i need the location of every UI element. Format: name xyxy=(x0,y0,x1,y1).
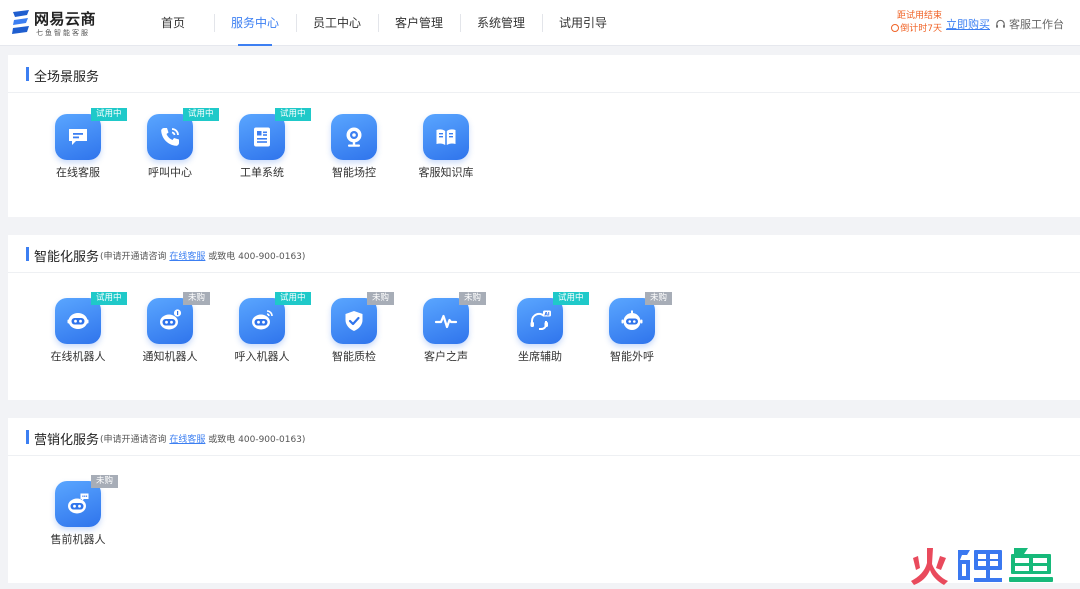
tile-icon-bg xyxy=(331,114,377,160)
section-header: 营销化服务 (申请开通请咨询 在线客服 或致电 400-900-0163) xyxy=(8,418,1080,456)
tile-label: 客服知识库 xyxy=(418,166,474,179)
section-note-prefix: (申请开通请咨询 xyxy=(100,435,167,445)
nav-staff-center[interactable]: 员工中心 xyxy=(296,0,378,46)
section-header: 智能化服务 (申请开通请咨询 在线客服 或致电 400-900-0163) xyxy=(8,235,1080,273)
logo-subtitle: 七鱼智能客服 xyxy=(36,29,90,37)
watermark-logo xyxy=(911,548,1053,585)
clock-icon xyxy=(891,24,900,32)
section-note-prefix: (申请开通请咨询 xyxy=(100,252,167,262)
pulse-icon xyxy=(434,314,458,329)
top-bar: 网易云商 七鱼智能客服 首页 服务中心 员工中心 客户管理 系统管理 试用引导 … xyxy=(0,0,1080,46)
section-title: 营销化服务 xyxy=(34,433,100,448)
status-badge: 未购 xyxy=(645,292,673,305)
status-badge: 未购 xyxy=(91,475,119,488)
tile-customer-voice[interactable]: 未购 客户之声 xyxy=(400,292,492,382)
tile-smart-quality-check[interactable]: 未购 智能质检 xyxy=(308,292,400,382)
chat-icon xyxy=(69,129,87,145)
tile-label: 呼入机器人 xyxy=(234,350,290,363)
tile-icon-bg xyxy=(423,114,469,160)
tile-online-service[interactable]: 试用中 在线客服 xyxy=(32,108,127,198)
trial-countdown-days: 倒计时7天 xyxy=(900,24,942,34)
status-badge: 试用中 xyxy=(275,292,311,305)
tile-label: 通知机器人 xyxy=(142,350,198,363)
nav-customer-management[interactable]: 客户管理 xyxy=(378,0,460,46)
tile-label: 在线机器人 xyxy=(50,350,106,363)
shield-check-icon xyxy=(345,311,363,331)
section-accent-bar xyxy=(26,430,29,444)
tile-label: 在线客服 xyxy=(56,166,100,179)
tile-label: 呼叫中心 xyxy=(148,166,192,179)
status-badge: 试用中 xyxy=(275,108,311,121)
tile-label: 客户之声 xyxy=(424,350,468,363)
presale-robot-icon xyxy=(68,493,89,514)
tile-label: 售前机器人 xyxy=(50,533,106,546)
section-header: 全场景服务 xyxy=(8,55,1080,93)
section-title: 智能化服务 xyxy=(34,250,100,265)
trial-countdown: 距试用结束 倒计时7天 xyxy=(886,10,942,36)
status-badge: 未购 xyxy=(367,292,395,305)
section-note: (申请开通请咨询 在线客服 或致电 400-900-0163) xyxy=(100,432,305,445)
logo-name: 网易云商 xyxy=(34,10,97,28)
nav-trial-guide[interactable]: 试用引导 xyxy=(542,0,624,46)
tile-knowledge-base[interactable]: 客服知识库 xyxy=(400,108,492,198)
nav-system-management[interactable]: 系统管理 xyxy=(460,0,542,46)
status-badge: 未购 xyxy=(459,292,487,305)
nav-service-center[interactable]: 服务中心 xyxy=(214,0,296,46)
inbound-robot-icon xyxy=(252,310,273,330)
buy-now-link[interactable]: 立即购买 xyxy=(946,16,990,32)
headset-icon xyxy=(996,19,1005,28)
logo[interactable]: 网易云商 七鱼智能客服 xyxy=(10,6,120,40)
section-all-scenario: 全场景服务 试用中 在线客服 试用中 呼叫中心 试用中 工单系统 智能场控 客服… xyxy=(8,55,1080,217)
logo-mark-icon xyxy=(12,10,29,34)
tile-label: 智能质检 xyxy=(332,350,376,363)
document-icon xyxy=(254,127,270,147)
tile-agent-assist[interactable]: AI 试用中 坐席辅助 xyxy=(494,292,589,382)
tile-online-robot[interactable]: 试用中 在线机器人 xyxy=(32,292,127,382)
tile-label: 智能外呼 xyxy=(610,350,654,363)
online-service-link[interactable]: 在线客服 xyxy=(169,435,205,445)
tile-inbound-robot[interactable]: 试用中 呼入机器人 xyxy=(216,292,311,382)
section-note-suffix: 或致电 400-900-0163) xyxy=(208,435,306,445)
ai-headset-icon: AI xyxy=(530,310,551,330)
online-service-link[interactable]: 在线客服 xyxy=(169,252,205,262)
tile-label: 坐席辅助 xyxy=(518,350,562,363)
tile-smart-outbound[interactable]: 未购 智能外呼 xyxy=(586,292,678,382)
section-accent-bar xyxy=(26,247,29,261)
section-accent-bar xyxy=(26,67,29,81)
status-badge: 试用中 xyxy=(183,108,219,121)
status-badge: 试用中 xyxy=(91,292,127,305)
webcam-icon xyxy=(346,127,362,147)
section-intelligent-service: 智能化服务 (申请开通请咨询 在线客服 或致电 400-900-0163) 试用… xyxy=(8,235,1080,400)
tile-presale-robot[interactable]: 未购 售前机器人 xyxy=(32,475,124,565)
phone-icon xyxy=(161,128,179,146)
agent-workspace-label: 客服工作台 xyxy=(1009,18,1064,31)
section-note-suffix: 或致电 400-900-0163) xyxy=(208,252,306,262)
tile-ticket-system[interactable]: 试用中 工单系统 xyxy=(216,108,311,198)
tile-label: 智能场控 xyxy=(332,166,376,179)
svg-text:AI: AI xyxy=(544,311,550,317)
book-icon xyxy=(436,129,456,145)
tile-call-center[interactable]: 试用中 呼叫中心 xyxy=(124,108,219,198)
trial-countdown-title: 距试用结束 xyxy=(896,11,942,21)
agent-workspace-button[interactable]: 客服工作台 xyxy=(995,16,1064,32)
notify-robot-icon xyxy=(160,309,182,330)
tile-label: 工单系统 xyxy=(240,166,284,179)
outbound-robot-icon xyxy=(621,310,643,330)
tile-notification-robot[interactable]: 未购 通知机器人 xyxy=(124,292,216,382)
main-nav: 首页 服务中心 员工中心 客户管理 系统管理 试用引导 xyxy=(132,0,624,46)
status-badge: 未购 xyxy=(183,292,211,305)
section-note: (申请开通请咨询 在线客服 或致电 400-900-0163) xyxy=(100,249,305,262)
section-title: 全场景服务 xyxy=(34,70,100,85)
tile-smart-field-control[interactable]: 智能场控 xyxy=(308,108,400,198)
status-badge: 试用中 xyxy=(553,292,589,305)
robot-icon xyxy=(67,313,89,329)
status-badge: 试用中 xyxy=(91,108,127,121)
nav-home[interactable]: 首页 xyxy=(132,0,214,46)
